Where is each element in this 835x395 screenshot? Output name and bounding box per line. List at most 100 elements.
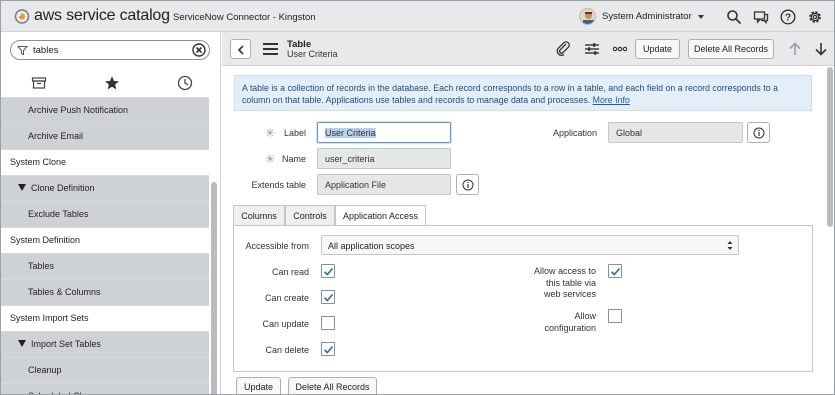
nav-application[interactable]: System Definition bbox=[1, 227, 209, 253]
filter-value: tables bbox=[33, 45, 59, 56]
can-update-checkbox[interactable] bbox=[321, 316, 335, 330]
extends-table-input[interactable]: Application File bbox=[317, 174, 451, 195]
application-label: Application bbox=[552, 128, 597, 138]
back-button[interactable] bbox=[230, 39, 251, 59]
allow-configuration-label: Allow configuration bbox=[506, 311, 596, 334]
nav-module[interactable]: Archive Email bbox=[1, 123, 209, 149]
info-text: A table is a collection of records in th… bbox=[242, 83, 778, 105]
nav-item-label: Tables bbox=[28, 261, 55, 271]
caret-down-icon bbox=[18, 340, 26, 347]
checkmark-icon bbox=[610, 267, 621, 276]
update-button[interactable]: Update bbox=[635, 39, 680, 59]
more-info-link[interactable]: More Info bbox=[593, 95, 630, 105]
personalize-form-icon[interactable] bbox=[584, 41, 600, 57]
nav-module[interactable]: Tables & Columns bbox=[1, 279, 209, 305]
navigator-scrollbar[interactable] bbox=[211, 182, 217, 394]
can-read-label: Can read bbox=[271, 267, 309, 277]
can-read-checkbox[interactable] bbox=[321, 264, 335, 278]
clock-icon[interactable] bbox=[177, 75, 193, 91]
clear-filter-icon[interactable] bbox=[192, 43, 206, 57]
user-menu[interactable]: System Administrator bbox=[579, 8, 704, 25]
attachment-icon[interactable] bbox=[556, 41, 572, 57]
help-icon[interactable]: ? bbox=[780, 9, 796, 25]
arrow-up-icon[interactable] bbox=[787, 41, 803, 57]
tab-controls[interactable]: Controls bbox=[285, 205, 335, 226]
navigator-list: Archive Push Notification Archive Email Sy… bbox=[1, 97, 209, 394]
nav-item-label: Archive Push Notification bbox=[28, 105, 129, 115]
svg-text:?: ? bbox=[785, 13, 791, 24]
hamburger-menu-icon[interactable] bbox=[263, 43, 278, 55]
navigator-tabs bbox=[1, 69, 209, 97]
more-options-icon[interactable] bbox=[612, 41, 628, 57]
instance-name: ServiceNow Connector - Kingston bbox=[173, 12, 316, 23]
extends-table-value: Application File bbox=[325, 180, 387, 190]
nav-module[interactable]: Tables bbox=[1, 253, 209, 279]
can-update-label: Can update bbox=[262, 319, 309, 329]
web-access-label: Allow access to this table via web servi… bbox=[506, 266, 596, 301]
nav-module[interactable]: Scheduled Cleanup bbox=[1, 383, 209, 394]
application-input[interactable]: Global bbox=[608, 122, 743, 143]
accessible-from-label: Accessible from bbox=[245, 241, 309, 251]
accessible-from-select[interactable]: All application scopes bbox=[321, 235, 739, 255]
archive-icon[interactable] bbox=[31, 75, 47, 91]
aws-logo-icon bbox=[13, 8, 31, 24]
allow-configuration-checkbox[interactable] bbox=[608, 309, 622, 323]
nav-section[interactable]: Clone Definition bbox=[1, 175, 209, 201]
name-field-label: Name bbox=[281, 154, 306, 164]
nav-application[interactable]: System Import Sets bbox=[1, 305, 209, 331]
web-access-label-line: this table via bbox=[545, 277, 596, 288]
nav-item-label: Tables & Columns bbox=[28, 287, 101, 297]
can-create-label: Can create bbox=[264, 293, 309, 303]
application-info-button[interactable] bbox=[747, 122, 770, 143]
checkmark-icon bbox=[323, 293, 334, 302]
filter-input[interactable]: tables bbox=[10, 40, 210, 60]
select-arrows-icon bbox=[727, 241, 733, 250]
footer-delete-all-records-button[interactable]: Delete All Records bbox=[288, 377, 377, 394]
delete-all-records-button[interactable]: Delete All Records bbox=[688, 39, 774, 59]
checkmark-icon bbox=[323, 267, 334, 276]
name-input[interactable]: user_criteria bbox=[317, 148, 451, 169]
extends-table-info-button[interactable] bbox=[456, 174, 479, 195]
can-delete-label: Can delete bbox=[265, 345, 309, 355]
nav-section[interactable]: Import Set Tables bbox=[1, 331, 209, 357]
top-header: aws service catalog ServiceNow Connector… bbox=[1, 1, 834, 32]
info-message: A table is a collection of records in th… bbox=[234, 75, 812, 111]
navigator: tables Archive Push Notification Archive … bbox=[1, 32, 221, 394]
nav-item-label: Clone Definition bbox=[31, 183, 95, 193]
footer-update-button[interactable]: Update bbox=[236, 377, 281, 394]
nav-item-label: Cleanup bbox=[28, 365, 62, 375]
nav-item-label: Exclude Tables bbox=[28, 209, 89, 219]
accessible-from-value: All application scopes bbox=[328, 241, 415, 251]
gear-icon[interactable] bbox=[807, 9, 823, 25]
form-header: Table User Criteria Update Delete All Re… bbox=[222, 32, 834, 66]
checkmark-icon bbox=[323, 345, 334, 354]
nav-application[interactable]: System Clone bbox=[1, 149, 209, 175]
application-value: Global bbox=[616, 128, 643, 138]
arrow-down-icon[interactable] bbox=[813, 41, 829, 57]
chat-icon[interactable] bbox=[753, 9, 769, 25]
allow-configuration-label-line: configuration bbox=[544, 322, 596, 333]
nav-module[interactable]: Exclude Tables bbox=[1, 201, 209, 227]
logo[interactable]: aws service catalog bbox=[13, 8, 170, 24]
tab-application-access[interactable]: Application Access bbox=[335, 205, 426, 227]
can-create-checkbox[interactable] bbox=[321, 290, 335, 304]
can-delete-checkbox[interactable] bbox=[321, 342, 335, 356]
star-icon[interactable] bbox=[104, 75, 120, 91]
search-icon[interactable] bbox=[726, 9, 742, 25]
extends-table-label: Extends table bbox=[251, 180, 306, 190]
chevron-left-icon bbox=[237, 45, 244, 55]
user-name: System Administrator bbox=[602, 11, 692, 22]
nav-item-label: System Import Sets bbox=[10, 313, 89, 323]
nav-module[interactable]: Archive Push Notification bbox=[1, 97, 209, 123]
nav-item-label: Import Set Tables bbox=[31, 339, 101, 349]
nav-module[interactable]: Cleanup bbox=[1, 357, 209, 383]
label-input[interactable]: User Criteria bbox=[317, 122, 451, 143]
tab-columns[interactable]: Columns bbox=[233, 205, 285, 226]
record-display-name: User Criteria bbox=[287, 49, 338, 59]
name-input-value: user_criteria bbox=[325, 154, 375, 164]
nav-item-label: Archive Email bbox=[28, 131, 84, 141]
label-field-label: Label bbox=[283, 128, 306, 138]
content-scrollbar[interactable] bbox=[827, 67, 833, 227]
nav-item-label: System Definition bbox=[10, 235, 81, 245]
web-access-checkbox[interactable] bbox=[608, 264, 622, 278]
